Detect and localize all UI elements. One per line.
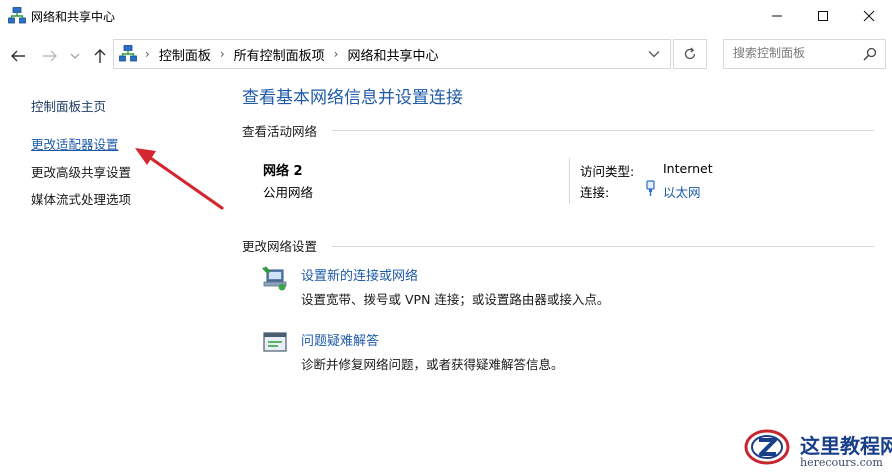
up-button[interactable] <box>90 44 110 68</box>
sidebar-item-home[interactable]: 控制面板主页 <box>31 96 106 115</box>
setup-new-connection-description: 设置宽带、拨号或 VPN 连接；或设置路由器或接入点。 <box>301 292 610 307</box>
search-input[interactable] <box>733 46 853 60</box>
search-box[interactable] <box>723 39 886 69</box>
new-connection-icon <box>262 265 288 291</box>
refresh-button[interactable] <box>673 39 707 69</box>
forward-button[interactable] <box>40 44 60 68</box>
back-button[interactable] <box>8 44 28 68</box>
network-divider <box>569 158 570 204</box>
up-arrow-icon <box>94 49 106 63</box>
maximize-button[interactable] <box>800 0 846 32</box>
close-icon <box>863 10 875 22</box>
annotation-arrow <box>135 148 224 210</box>
window-title: 网络和共享中心 <box>31 10 116 24</box>
page-title: 查看基本网络信息并设置连接 <box>242 88 463 108</box>
network-type: 公用网络 <box>263 185 314 200</box>
control-panel-icon <box>119 45 137 63</box>
back-arrow-icon <box>11 50 25 62</box>
watermark-text: 这里教程网 <box>800 434 892 458</box>
refresh-icon <box>684 47 696 60</box>
recent-locations-button[interactable] <box>68 44 82 68</box>
search-icon[interactable] <box>863 47 877 61</box>
troubleshoot-icon <box>262 330 288 356</box>
maximize-icon <box>818 11 828 21</box>
address-bar[interactable]: › 控制面板 › 所有控制面板项 › 网络和共享中心 <box>113 39 671 69</box>
active-networks-heading: 查看活动网络 <box>242 124 318 139</box>
sidebar-item-media-streaming[interactable]: 媒体流式处理选项 <box>31 189 131 208</box>
breadcrumb-all-items[interactable]: 所有控制面板项 <box>234 45 325 64</box>
breadcrumb-separator[interactable]: › <box>334 47 339 61</box>
breadcrumb-separator[interactable]: › <box>145 47 150 61</box>
address-dropdown-button[interactable] <box>648 50 660 58</box>
network-center-icon <box>8 7 26 25</box>
breadcrumb-control-panel[interactable]: 控制面板 <box>159 45 211 64</box>
breadcrumb-separator[interactable]: › <box>220 47 225 61</box>
minimize-button[interactable] <box>754 0 800 32</box>
access-type-label: 访问类型: <box>580 164 635 179</box>
sidebar-item-advanced-sharing[interactable]: 更改高级共享设置 <box>31 162 131 181</box>
sidebar-item-change-adapter[interactable]: 更改适配器设置 <box>31 134 119 153</box>
troubleshoot-link[interactable]: 问题疑难解答 <box>301 330 379 349</box>
change-settings-heading: 更改网络设置 <box>242 239 318 254</box>
ethernet-icon <box>645 180 656 201</box>
troubleshoot-description: 诊断并修复网络问题，或者获得疑难解答信息。 <box>301 357 564 372</box>
section-divider <box>332 130 874 131</box>
chevron-down-icon <box>648 51 660 58</box>
connection-label: 连接: <box>580 185 610 200</box>
network-name: 网络 2 <box>263 164 303 179</box>
watermark-url: herecours.com <box>800 456 883 469</box>
ethernet-connection-link[interactable]: 以太网 <box>663 182 701 201</box>
minimize-icon <box>772 15 782 17</box>
access-type-value: Internet <box>663 161 713 176</box>
section-divider <box>332 246 874 247</box>
chevron-down-icon <box>70 53 80 59</box>
setup-new-connection-link[interactable]: 设置新的连接或网络 <box>301 265 418 284</box>
breadcrumb-network-center[interactable]: 网络和共享中心 <box>347 45 438 64</box>
watermark-logo <box>744 427 790 467</box>
close-button[interactable] <box>846 0 892 32</box>
forward-arrow-icon <box>43 50 57 62</box>
